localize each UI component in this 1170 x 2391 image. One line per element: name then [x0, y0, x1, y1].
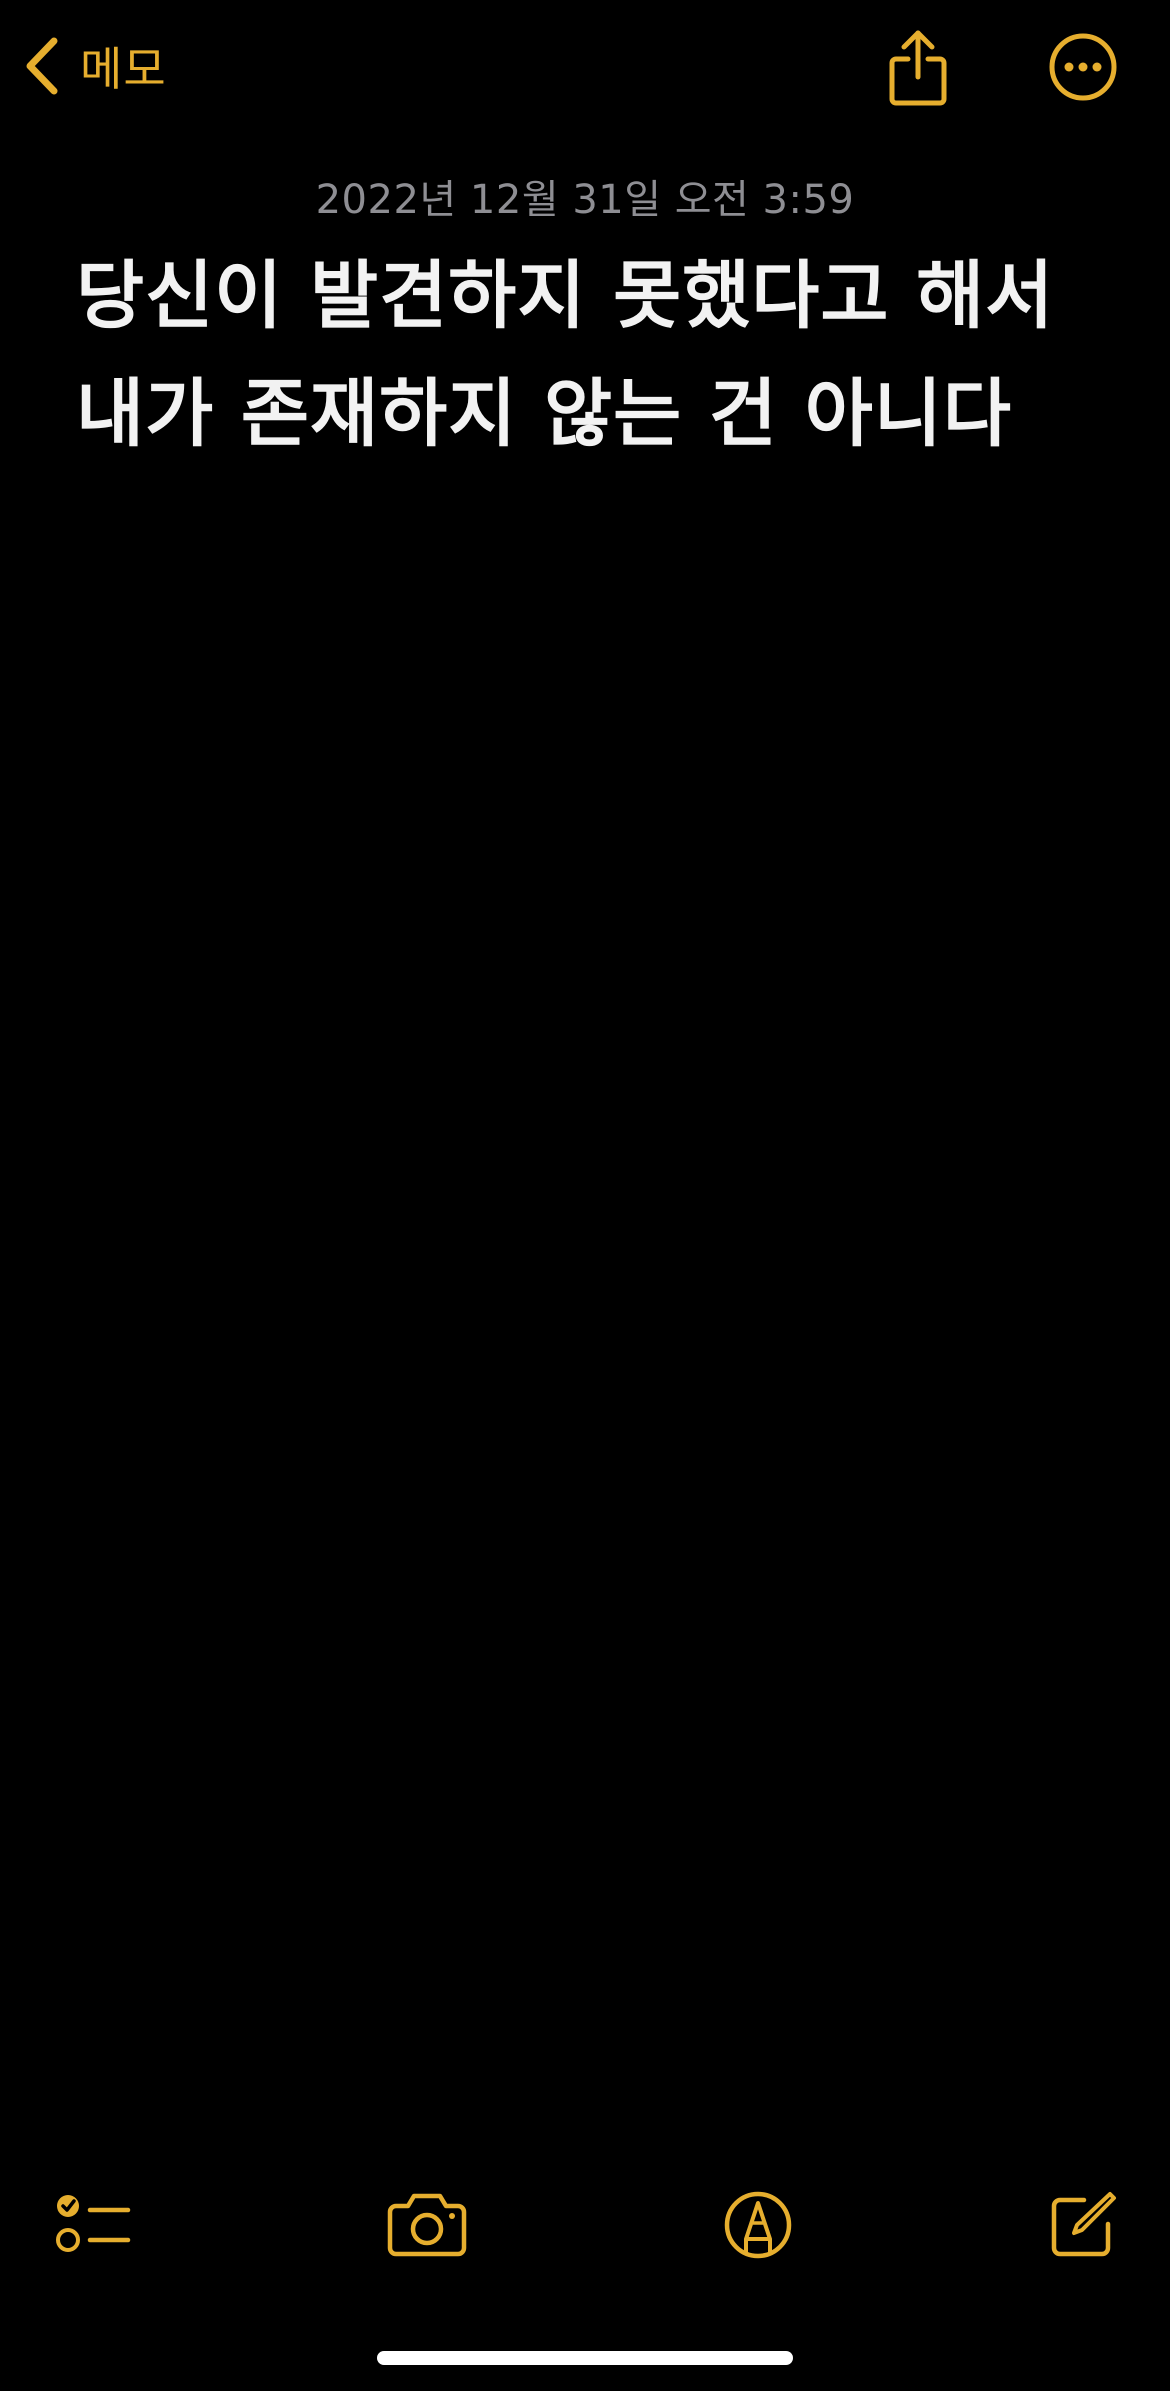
chevron-left-icon [26, 37, 58, 95]
ellipsis-circle-icon [1049, 33, 1117, 101]
home-indicator[interactable] [377, 2351, 793, 2365]
share-button[interactable] [873, 22, 963, 112]
camera-button[interactable] [377, 2180, 477, 2270]
back-button[interactable]: 메모 [22, 28, 167, 104]
checklist-button[interactable] [44, 2180, 144, 2270]
share-icon [889, 30, 947, 106]
camera-icon [387, 2193, 467, 2257]
markup-button[interactable] [708, 2180, 808, 2270]
note-title-line: 내가 존재하지 않는 건 아니다 [76, 371, 1013, 457]
note-title-line: 당신이 발견하지 못했다고 해서 [76, 253, 1055, 339]
back-button-label: 메모 [80, 42, 167, 96]
checklist-icon [56, 2195, 131, 2252]
bottom-toolbar [0, 2170, 1170, 2280]
markup-pen-icon [724, 2191, 792, 2259]
note-date: 2022년 12월 31일 오전 3:59 [315, 177, 855, 223]
navigation-bar: 메모 [0, 0, 1170, 140]
note-title[interactable]: 당신이 발견하지 못했다고 해서 내가 존재하지 않는 건 아니다 [76, 237, 1116, 473]
compose-icon [1051, 2192, 1116, 2257]
note-content[interactable]: 2022년 12월 31일 오전 3:59 당신이 발견하지 못했다고 해서 내… [0, 175, 1170, 473]
more-button[interactable] [1038, 22, 1128, 112]
compose-button[interactable] [1033, 2180, 1133, 2270]
